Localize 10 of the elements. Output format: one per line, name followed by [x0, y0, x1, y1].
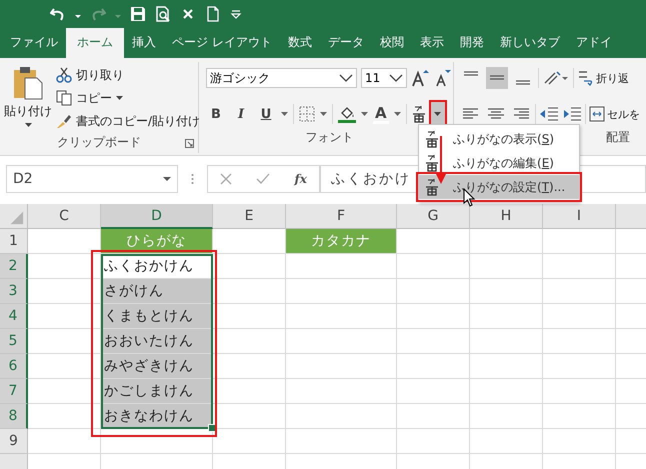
table-cell: くまもとけん: [101, 304, 213, 329]
table-cell: おおいたけん: [101, 329, 213, 354]
header-cell: カタカナ: [286, 229, 397, 254]
table-cell: みやざきけん: [101, 354, 213, 379]
header-cell: ひらがな: [101, 229, 213, 254]
table-cell: さがけん: [101, 279, 213, 304]
group-label: 配置: [606, 128, 630, 146]
group-label: フォント: [306, 128, 354, 146]
group-label: クリップボード: [57, 134, 141, 150]
table-cell: かごしまけん: [101, 379, 213, 404]
